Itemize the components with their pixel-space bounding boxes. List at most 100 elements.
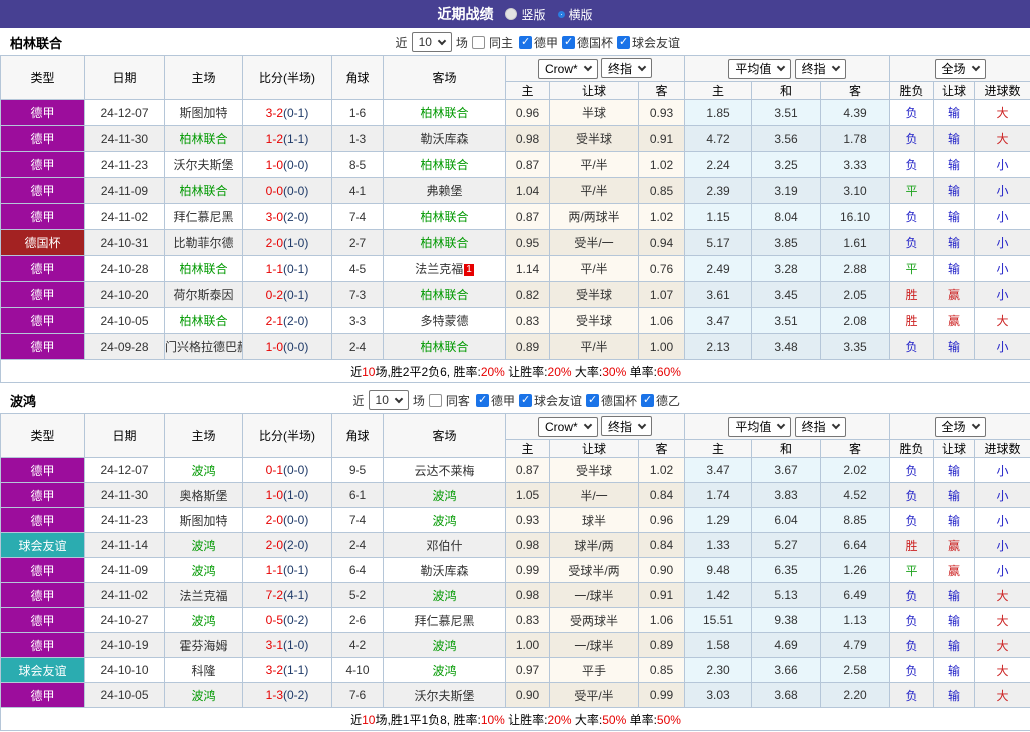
league-checkbox-label: 球会友谊	[533, 393, 582, 408]
odds-away-cell: 1.06	[638, 307, 685, 334]
recent-count-select[interactable]: 10	[368, 390, 409, 410]
match-type-cell: 德甲	[0, 333, 85, 360]
avg-draw-cell: 3.85	[751, 229, 821, 256]
league-checkbox[interactable]	[640, 393, 654, 407]
league-checkbox-group: 德甲 球会友谊 德国杯 德乙	[475, 392, 682, 409]
league-checkbox[interactable]	[616, 35, 630, 49]
half-time-score: (1-1)	[283, 131, 309, 146]
match-date-cell: 24-10-10	[84, 657, 165, 683]
layout-radio-vertical[interactable]: 竖版	[505, 6, 546, 23]
home-team-cell: 荷尔斯泰因	[164, 281, 243, 308]
match-row: 德甲 24-12-07 波鸿 0-1(0-0) 9-5 云达不莱梅 0.87 受半球 1.02 3…	[0, 457, 1030, 483]
league-checkbox[interactable]	[475, 393, 489, 407]
crow-source-select[interactable]: Crow*	[537, 58, 598, 79]
score-cell: 0-5(0-2)	[242, 607, 332, 633]
avg-home-cell: 3.03	[684, 682, 752, 708]
match-row: 德甲 24-11-09 波鸿 1-1(0-1) 6-4 勒沃库森 0.99 受球半/两 0.90…	[0, 557, 1030, 583]
layout-radio-horizontal[interactable]: 横版	[557, 6, 593, 23]
full-match-value: 全场	[941, 420, 966, 434]
match-date-cell: 24-11-23	[84, 507, 165, 533]
home-team-name: 拜仁慕尼黑	[173, 210, 234, 224]
avg-home-cell: 2.13	[684, 333, 752, 360]
title-bar: 近期战绩 竖版 横版	[0, 0, 1030, 28]
result-goals-cell: 大	[974, 307, 1030, 334]
home-team-cell: 柏林联合	[164, 255, 243, 282]
col-header-odds-home: 主	[505, 81, 550, 100]
final-index-select[interactable]: 终指	[601, 416, 653, 437]
avg-draw-cell: 3.48	[751, 333, 821, 360]
team1-table-body: 德甲 24-12-07 斯图加特 3-2(0-1) 1-6 柏林联合 0.96 半球 0.93 1…	[0, 99, 1030, 360]
away-team-cell: 柏林联合	[383, 203, 506, 230]
average-final-select[interactable]: 终指	[794, 416, 846, 437]
summary-segment: 场,胜2平2负6, 胜率:	[375, 364, 481, 379]
result-handicap-cell: 输	[933, 657, 976, 683]
score-cell: 0-1(0-0)	[242, 457, 332, 483]
full-match-select[interactable]: 全场	[934, 58, 986, 79]
avg-home-cell: 15.51	[684, 607, 752, 633]
corner-cell: 2-6	[331, 607, 384, 633]
odds-home-cell: 1.14	[505, 255, 550, 282]
result-wl-cell: 平	[889, 557, 935, 583]
league-checkbox[interactable]	[518, 393, 532, 407]
odds-home-cell: 0.96	[505, 99, 550, 126]
score-cell: 7-2(4-1)	[242, 582, 332, 608]
chevron-down-icon	[831, 420, 840, 430]
match-type-cell: 德甲	[0, 307, 85, 334]
avg-home-cell: 3.61	[684, 281, 752, 308]
league-checkbox[interactable]	[518, 35, 532, 49]
avg-away-cell: 2.88	[819, 255, 891, 282]
league-checkbox[interactable]	[561, 35, 575, 49]
col-header-score: 比分(半场)	[242, 413, 332, 458]
half-time-score: (0-2)	[283, 688, 309, 702]
col-header-date: 日期	[84, 413, 165, 458]
crow-source-select[interactable]: Crow*	[537, 416, 598, 437]
full-time-score: 1-0	[265, 488, 283, 502]
corner-cell: 5-2	[331, 582, 384, 608]
match-type-cell: 德甲	[0, 457, 85, 483]
result-goals-cell: 小	[974, 203, 1030, 230]
final-index-select[interactable]: 终指	[601, 58, 653, 79]
same-away-checkbox[interactable]	[428, 393, 442, 407]
score-cell: 1-0(0-0)	[242, 333, 332, 360]
league-checkbox-label: 球会友谊	[631, 35, 680, 50]
odds-home-cell: 0.93	[505, 507, 550, 533]
odds-home-cell: 0.95	[505, 229, 550, 256]
league-checkbox-label: 德甲	[490, 393, 515, 408]
average-select[interactable]: 平均值	[728, 58, 792, 79]
handicap-cell: 受半球	[549, 307, 639, 334]
avg-away-cell: 2.08	[819, 307, 891, 334]
result-wl-cell: 负	[889, 457, 935, 483]
avg-away-cell: 16.10	[819, 203, 891, 230]
average-value: 平均值	[735, 62, 772, 76]
result-goals-cell: 小	[974, 333, 1030, 360]
recent-count-value: 10	[418, 35, 432, 49]
corner-cell: 8-5	[331, 151, 384, 178]
radio-horizontal-icon	[557, 10, 565, 18]
home-team-cell: 比勒菲尔德	[164, 229, 243, 256]
match-date-cell: 24-11-02	[84, 582, 165, 608]
result-wl-cell: 负	[889, 203, 935, 230]
recent-count-select[interactable]: 10	[411, 32, 452, 52]
average-select[interactable]: 平均值	[728, 416, 792, 437]
same-home-checkbox[interactable]	[471, 35, 485, 49]
odds-away-cell: 0.85	[638, 177, 685, 204]
home-team-name: 柏林联合	[179, 262, 228, 276]
league-checkbox[interactable]	[585, 393, 599, 407]
avg-away-cell: 8.85	[819, 507, 891, 533]
average-final-select[interactable]: 终指	[794, 58, 846, 79]
match-date-cell: 24-10-05	[84, 682, 165, 708]
full-time-score: 1-2	[265, 131, 283, 146]
home-team-cell: 科隆	[164, 657, 243, 683]
home-team-cell: 波鸿	[164, 607, 243, 633]
match-row: 德甲 24-10-19 霍芬海姆 3-1(1-0) 4-2 波鸿 1.00 一/球半 0.89 1…	[0, 632, 1030, 658]
result-goals-cell: 小	[974, 482, 1030, 508]
away-team-cell: 多特蒙德	[383, 307, 506, 334]
full-time-score: 1-0	[265, 339, 283, 354]
away-team-name: 柏林联合	[420, 340, 469, 354]
full-time-score: 3-1	[265, 638, 283, 652]
full-match-select[interactable]: 全场	[934, 416, 986, 437]
summary-segment: 10	[362, 712, 376, 727]
corner-cell: 3-3	[331, 307, 384, 334]
away-team-name: 多特蒙德	[420, 314, 469, 328]
corner-cell: 7-4	[331, 507, 384, 533]
